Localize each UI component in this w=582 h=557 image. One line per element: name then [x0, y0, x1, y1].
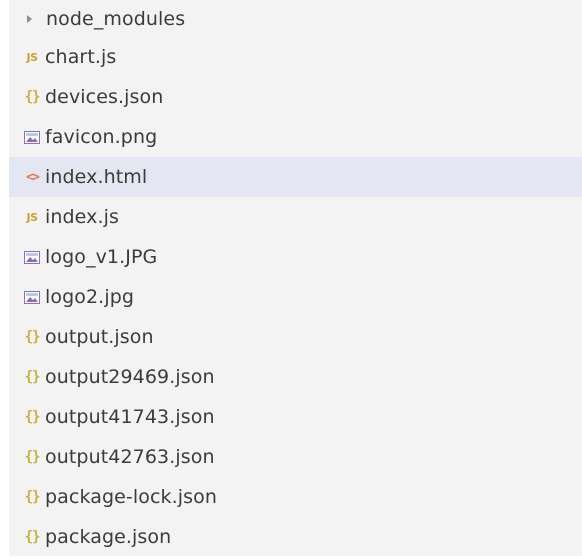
tree-item-index-js[interactable]: JS index.js — [9, 197, 582, 237]
json-file-icon: {} — [24, 369, 41, 385]
file-explorer: node_modules JS chart.js {} devices.json… — [0, 0, 582, 556]
tree-item-index-html[interactable]: <> index.html — [9, 157, 582, 197]
json-file-icon: {} — [24, 449, 41, 465]
tree-item-label: index.js — [45, 206, 119, 228]
file-tree: node_modules JS chart.js {} devices.json… — [9, 0, 582, 556]
json-file-icon: {} — [24, 89, 41, 105]
tree-item-package-json[interactable]: {} package.json — [9, 517, 582, 557]
tree-item-label: logo_v1.JPG — [45, 246, 158, 268]
tree-item-output-json[interactable]: {} output.json — [9, 317, 582, 357]
javascript-file-icon: JS — [26, 50, 38, 64]
image-file-icon — [22, 290, 42, 304]
tree-item-devices-json[interactable]: {} devices.json — [9, 77, 582, 117]
tree-item-output42763-json[interactable]: {} output42763.json — [9, 437, 582, 477]
tree-item-logo-v1-jpg[interactable]: logo_v1.JPG — [9, 237, 582, 277]
json-file-icon: {} — [24, 489, 41, 505]
tree-item-label: node_modules — [46, 7, 186, 30]
tree-item-favicon-png[interactable]: favicon.png — [9, 117, 582, 157]
tree-item-label: devices.json — [45, 86, 164, 108]
tree-item-label: output.json — [45, 326, 154, 348]
json-file-icon: {} — [24, 409, 41, 425]
json-file-icon: {} — [24, 329, 41, 345]
json-file-icon: {} — [24, 529, 41, 545]
tree-item-package-lock-json[interactable]: {} package-lock.json — [9, 477, 582, 517]
tree-item-label: output41743.json — [45, 406, 215, 428]
tree-item-label: chart.js — [45, 46, 117, 68]
tree-item-label: output42763.json — [45, 446, 215, 468]
tree-item-output41743-json[interactable]: {} output41743.json — [9, 397, 582, 437]
tree-item-label: package-lock.json — [45, 486, 218, 508]
tree-item-label: favicon.png — [45, 126, 158, 148]
tree-item-logo2-jpg[interactable]: logo2.jpg — [9, 277, 582, 317]
tree-item-label: package.json — [45, 526, 172, 548]
tree-item-node-modules[interactable]: node_modules — [9, 0, 582, 37]
tree-item-chart-js[interactable]: JS chart.js — [9, 37, 582, 77]
tree-item-label: logo2.jpg — [45, 286, 135, 308]
tree-item-label: output29469.json — [45, 366, 215, 388]
tree-item-output29469-json[interactable]: {} output29469.json — [9, 357, 582, 397]
javascript-file-icon: JS — [26, 210, 38, 224]
html-file-icon: <> — [26, 169, 40, 185]
chevron-right-icon[interactable] — [27, 14, 32, 23]
image-file-icon — [22, 130, 42, 144]
image-file-icon — [22, 250, 42, 264]
tree-item-label: index.html — [45, 166, 148, 188]
